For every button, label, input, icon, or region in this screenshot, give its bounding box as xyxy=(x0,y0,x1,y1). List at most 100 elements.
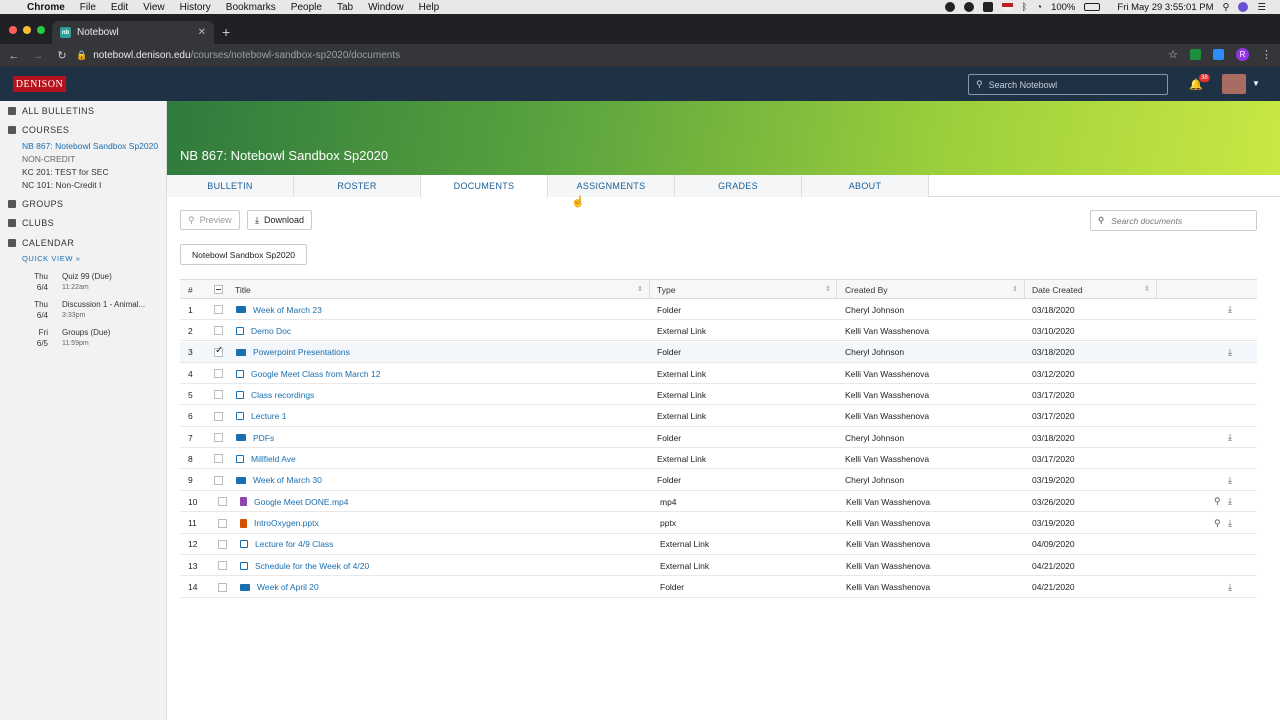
close-tab-icon[interactable]: ✕ xyxy=(198,27,206,38)
quick-view-toggle[interactable]: QUICK VIEW » xyxy=(22,254,80,263)
table-row[interactable]: 1 Week of March 23 Folder Cheryl Johnson 03/… xyxy=(180,299,1257,320)
row-checkbox[interactable] xyxy=(214,369,223,379)
table-row[interactable]: 7 PDFs Folder Cheryl Johnson 03/18/2020 ⤓ xyxy=(180,427,1257,449)
table-row[interactable]: 4 Google Meet Class from March 12 External… xyxy=(180,363,1257,385)
menu-file[interactable]: File xyxy=(80,2,96,13)
table-row[interactable]: 13 Schedule for the Week of 4/20 External … xyxy=(180,555,1257,577)
row-checkbox[interactable] xyxy=(214,390,223,400)
document-link[interactable]: Schedule for the Week of 4/20 xyxy=(255,561,369,571)
search-documents-input[interactable]: ⚲ Search documents xyxy=(1090,210,1257,231)
menu-edit[interactable]: Edit xyxy=(111,2,128,13)
row-checkbox[interactable] xyxy=(214,454,223,464)
sidebar-clubs[interactable]: CLUBS xyxy=(8,218,54,228)
bookmark-star-icon[interactable]: ☆ xyxy=(1168,48,1178,61)
siri-icon[interactable] xyxy=(1238,2,1249,12)
document-link[interactable]: Week of March 23 xyxy=(253,305,322,315)
table-row[interactable]: 3 ✓ Powerpoint Presentations Folder Cheryl J… xyxy=(180,341,1257,363)
download-icon[interactable]: ⤓ xyxy=(1228,582,1232,593)
row-checkbox[interactable] xyxy=(214,411,223,421)
sidebar-all-bulletins[interactable]: ALL BULLETINS xyxy=(8,106,94,116)
row-checkbox[interactable] xyxy=(218,518,227,528)
table-row[interactable]: 10 Google Meet DONE.mp4 mp4 Kelli Van Wassh… xyxy=(180,491,1257,513)
download-icon[interactable]: ⤓ xyxy=(1228,304,1232,315)
col-title[interactable]: Title xyxy=(235,280,251,299)
denison-logo[interactable]: DENISON xyxy=(13,76,66,92)
spotlight-search-icon[interactable]: ⚲ xyxy=(1223,2,1230,13)
url-field[interactable]: 🔒 notebowl.denison.edu/courses/notebowl-… xyxy=(76,48,400,63)
row-checkbox[interactable] xyxy=(218,497,227,507)
col-type[interactable]: Type xyxy=(657,280,675,299)
table-row[interactable]: 14 Week of April 20 Folder Kelli Van Wasshe… xyxy=(180,577,1257,598)
document-link[interactable]: Week of March 30 xyxy=(253,475,322,485)
document-link[interactable]: Millfield Ave xyxy=(251,454,296,464)
menu-history[interactable]: History xyxy=(180,2,211,13)
row-checkbox[interactable] xyxy=(214,305,223,314)
download-icon[interactable]: ⤓ xyxy=(1228,475,1232,486)
table-row[interactable]: 6 Lecture 1 External Link Kelli Van Wasshen… xyxy=(180,406,1257,427)
sort-icon[interactable]: ⇕ xyxy=(1012,285,1018,293)
document-link[interactable]: Week of April 20 xyxy=(257,582,319,592)
user-avatar[interactable] xyxy=(1222,74,1246,94)
sidebar-course-kc201[interactable]: KC 201: TEST for SEC xyxy=(22,167,109,177)
select-all-checkbox[interactable] xyxy=(214,285,223,294)
menu-window[interactable]: Window xyxy=(368,2,404,13)
sidebar-calendar[interactable]: CALENDAR xyxy=(8,238,74,248)
user-menu-caret-icon[interactable]: ▼ xyxy=(1252,79,1260,88)
clock[interactable]: Fri May 29 3:55:01 PM xyxy=(1117,2,1213,13)
document-link[interactable]: Lecture 1 xyxy=(251,411,286,421)
sort-icon[interactable]: ⇕ xyxy=(825,285,831,293)
adobe-icon[interactable] xyxy=(982,2,993,12)
row-checkbox[interactable] xyxy=(214,475,223,485)
row-checkbox[interactable] xyxy=(218,561,227,571)
row-checkbox[interactable] xyxy=(218,539,227,549)
table-row[interactable]: 12 Lecture for 4/9 Class External Link Kell… xyxy=(180,534,1257,555)
sort-icon[interactable]: ⇕ xyxy=(1144,285,1150,293)
preview-search-icon[interactable]: ⚲ xyxy=(1214,496,1221,507)
wifi-icon[interactable]: ◔ xyxy=(1036,2,1042,13)
app-menu[interactable]: Chrome xyxy=(27,2,65,13)
download-icon[interactable]: ⤓ xyxy=(1228,347,1232,358)
document-link[interactable]: PDFs xyxy=(253,433,274,443)
reload-icon[interactable]: ↻ xyxy=(52,49,72,62)
row-checkbox[interactable] xyxy=(218,582,227,592)
sheets-extension-icon[interactable] xyxy=(1190,49,1201,60)
chrome-menu-icon[interactable]: ⋮ xyxy=(1261,48,1272,61)
breadcrumb[interactable]: Notebowl Sandbox Sp2020 xyxy=(180,244,308,265)
row-checkbox[interactable] xyxy=(214,433,223,443)
record-icon[interactable] xyxy=(944,2,955,12)
download-button[interactable]: ⤓ Download xyxy=(247,210,313,230)
profile-avatar[interactable]: R xyxy=(1236,48,1249,61)
preview-button[interactable]: ⚲ Preview xyxy=(180,210,240,230)
sort-icon[interactable]: ⇕ xyxy=(637,285,643,293)
menu-help[interactable]: Help xyxy=(419,2,440,13)
tab-roster[interactable]: ROSTER xyxy=(294,175,421,197)
col-date-created[interactable]: Date Created xyxy=(1032,280,1083,299)
notification-center-icon[interactable]: ☰ xyxy=(1257,2,1266,13)
sidebar-course-nb867[interactable]: NB 867: Notebowl Sandbox Sp2020 xyxy=(22,141,158,151)
table-row[interactable]: 8 Millfield Ave External Link Kelli Van Was… xyxy=(180,448,1257,470)
menu-people[interactable]: People xyxy=(291,2,322,13)
back-icon[interactable]: ← xyxy=(4,50,24,62)
tab-bulletin[interactable]: BULLETIN xyxy=(167,175,294,197)
creative-cloud-icon[interactable] xyxy=(963,2,974,12)
table-row[interactable]: 5 Class recordings External Link Kelli Van … xyxy=(180,384,1257,406)
document-link[interactable]: IntroOxygen.pptx xyxy=(254,518,319,528)
forward-icon[interactable]: → xyxy=(28,50,48,62)
download-icon[interactable]: ⤓ xyxy=(1228,432,1232,443)
download-icon[interactable]: ⤓ xyxy=(1228,518,1232,529)
minimize-window-button[interactable] xyxy=(23,26,31,34)
table-row[interactable]: 2 Demo Doc External Link Kelli Van Wassheno… xyxy=(180,320,1257,342)
document-link[interactable]: Class recordings xyxy=(251,390,314,400)
preview-search-icon[interactable]: ⚲ xyxy=(1214,518,1221,529)
sidebar-groups[interactable]: GROUPS xyxy=(8,199,63,209)
flag-icon[interactable] xyxy=(1001,3,1013,11)
tab-grades[interactable]: GRADES xyxy=(675,175,802,197)
tab-assignments[interactable]: ASSIGNMENTS xyxy=(548,175,675,197)
zoom-window-button[interactable] xyxy=(37,26,45,34)
tab-about[interactable]: ABOUT xyxy=(802,175,929,197)
row-checkbox[interactable]: ✓ xyxy=(214,345,223,357)
battery-icon[interactable] xyxy=(1084,3,1101,11)
new-tab-icon[interactable]: + xyxy=(222,24,230,40)
menu-view[interactable]: View xyxy=(143,2,165,13)
table-row[interactable]: 9 Week of March 30 Folder Cheryl Johnson 03/… xyxy=(180,470,1257,491)
